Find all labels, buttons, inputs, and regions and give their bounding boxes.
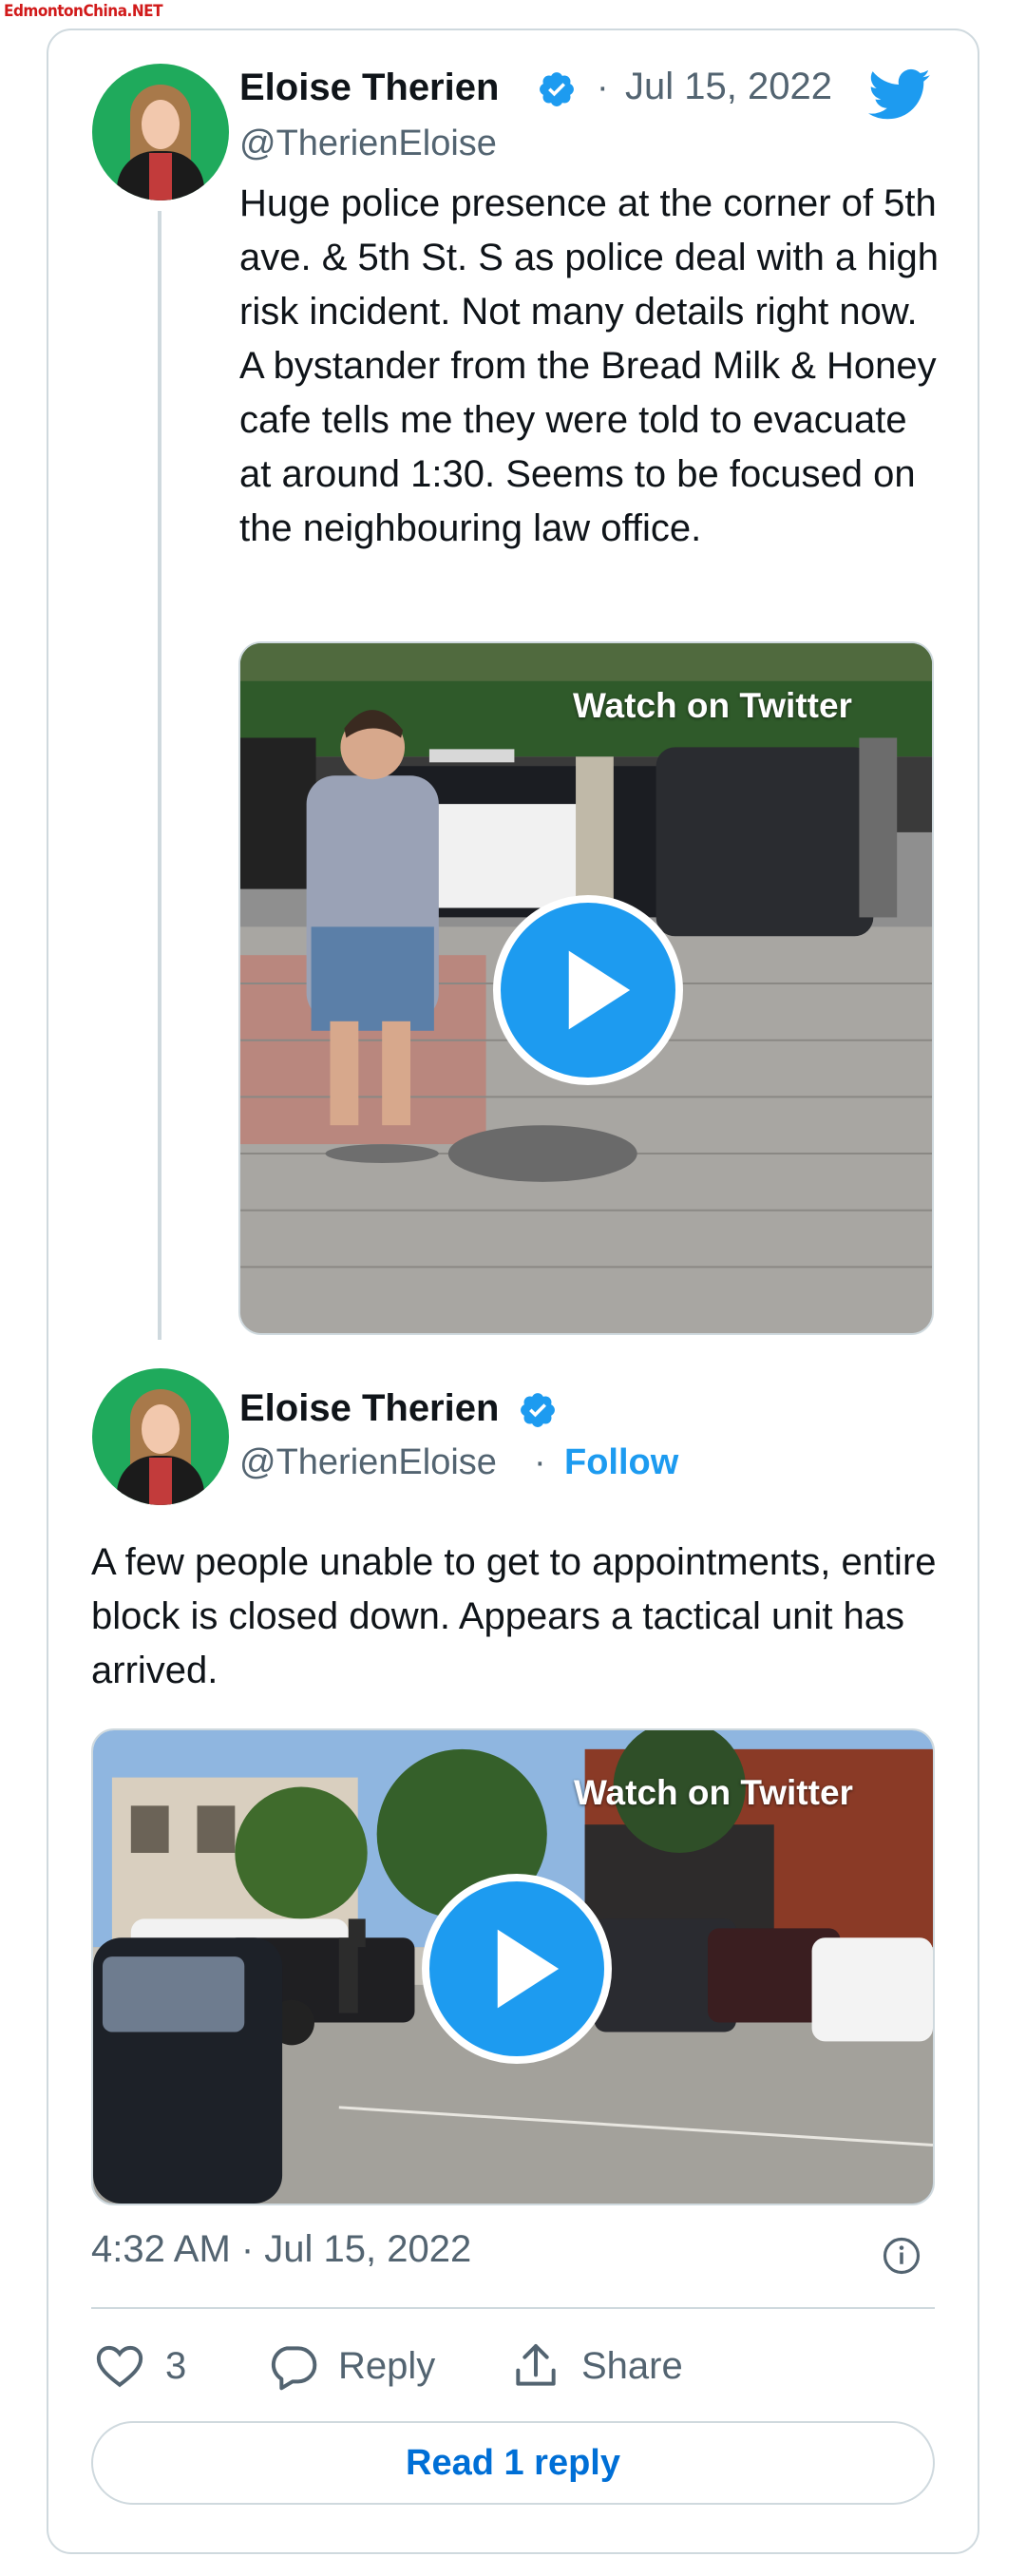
follow-button[interactable]: Follow	[564, 1442, 678, 1483]
tweet-date[interactable]: Jul 15, 2022	[625, 66, 832, 108]
avatar[interactable]	[92, 1368, 229, 1505]
info-icon[interactable]	[882, 2236, 922, 2276]
play-icon	[497, 1929, 560, 2009]
watch-on-twitter-label[interactable]: Watch on Twitter	[573, 686, 852, 726]
watermark: EdmontonChina.NET	[4, 2, 163, 21]
video-thumbnail[interactable]: Watch on Twitter	[91, 1728, 935, 2205]
avatar[interactable]	[92, 64, 229, 200]
like-count: 3	[165, 2344, 187, 2387]
play-icon	[568, 950, 631, 1030]
video-thumbnail[interactable]: Watch on Twitter	[238, 641, 934, 1335]
reply-button[interactable]: Reply	[266, 2337, 435, 2395]
separator-dot: ·	[597, 67, 609, 107]
author-name[interactable]: Eloise Therien	[239, 67, 499, 109]
reply-label: Reply	[338, 2344, 436, 2387]
separator-dot: ·	[534, 1442, 546, 1482]
like-button[interactable]: 3	[93, 2337, 186, 2395]
watch-on-twitter-label[interactable]: Watch on Twitter	[574, 1773, 853, 1813]
share-label: Share	[581, 2344, 683, 2387]
verified-badge-icon	[521, 1393, 555, 1427]
divider	[91, 2307, 935, 2309]
author-handle[interactable]: @TherienEloise	[239, 1442, 497, 1483]
share-button[interactable]: Share	[509, 2337, 683, 2395]
thread-line	[158, 211, 162, 1340]
play-button[interactable]	[493, 895, 683, 1085]
play-button[interactable]	[422, 1874, 612, 2064]
author-handle[interactable]: @TherienEloise	[239, 124, 497, 164]
tweet-text: A few people unable to get to appointmen…	[91, 1541, 937, 1691]
share-icon	[516, 2344, 556, 2386]
reply-bubble-icon	[271, 2346, 317, 2391]
verified-badge-icon	[540, 72, 574, 106]
twitter-bird-icon[interactable]	[868, 68, 931, 122]
read-replies-button[interactable]: Read 1 reply	[91, 2421, 935, 2505]
tweet-text: Huge police presence at the corner of 5t…	[239, 182, 939, 549]
author-name[interactable]: Eloise Therien	[239, 1387, 499, 1430]
tweet-timestamp[interactable]: 4:32 AM · Jul 15, 2022	[91, 2228, 471, 2271]
heart-icon	[96, 2345, 143, 2388]
